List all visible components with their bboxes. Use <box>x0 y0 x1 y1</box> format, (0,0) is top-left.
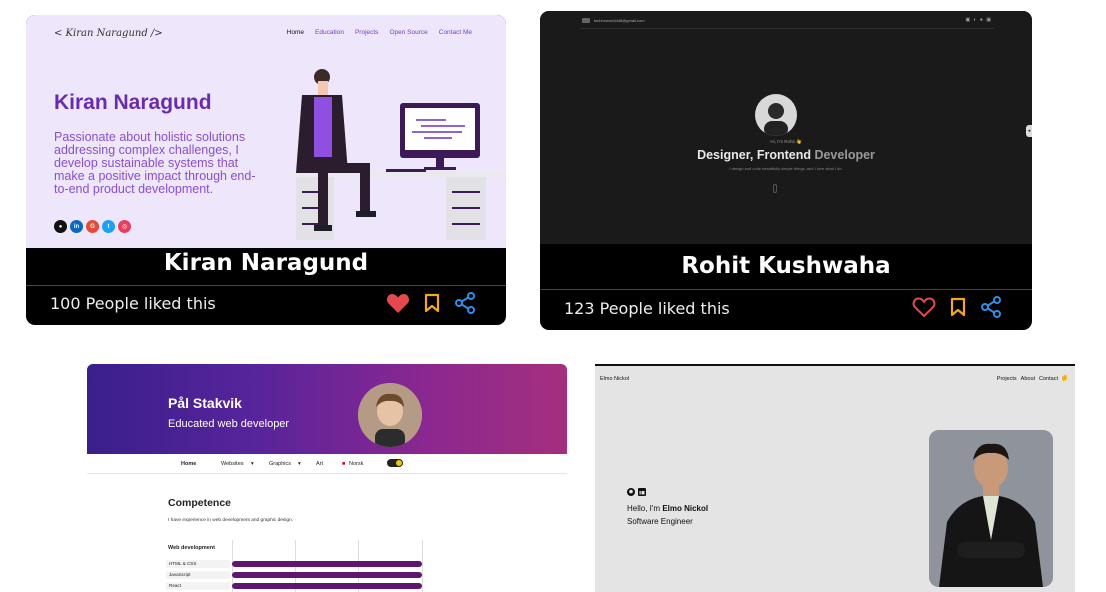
chevron-down-icon: ▾ <box>298 461 301 467</box>
preview-image[interactable]: < Kiran Naragund /> Home Education Proje… <box>26 15 506 248</box>
site-email: technoworld448@gmail.com <box>594 18 645 23</box>
nav-art: Art <box>316 461 324 467</box>
linkedin-icon: in <box>70 220 83 233</box>
heart-icon[interactable] <box>386 292 410 314</box>
developer-illustration <box>286 69 506 240</box>
skill-bar <box>232 572 422 578</box>
person-silhouette-icon <box>764 103 788 136</box>
tagline: I design and code beautifully simple thi… <box>729 166 843 171</box>
social-links: ● in G t ◎ <box>54 220 131 233</box>
portfolio-card-elmo[interactable]: Elmo Nickol Projects About Contact Hello… <box>595 364 1075 592</box>
skill-bar <box>232 583 422 589</box>
skill-label: JavaScript <box>166 571 230 579</box>
section-text: I have experience in web development and… <box>168 518 294 523</box>
twitter-icon: t <box>102 220 115 233</box>
role-heading: Designer, Frontend Developer <box>540 148 1032 162</box>
norway-flag-icon: ■ <box>342 461 346 467</box>
share-icon[interactable] <box>980 296 1002 318</box>
nav-websites: Websites <box>221 461 244 467</box>
hello-name: Elmo Nickol <box>662 504 709 513</box>
nav-projects: Projects <box>996 375 1017 382</box>
role: Software Engineer <box>627 517 693 526</box>
hello-line: Hello, I'm Elmo Nickol <box>627 504 708 513</box>
likes-count: 123 People liked this <box>564 299 730 318</box>
portfolio-card-kiran[interactable]: < Kiran Naragund /> Home Education Proje… <box>26 15 506 325</box>
google-icon: G <box>86 220 99 233</box>
site-logo: < Kiran Naragund /> <box>54 28 163 39</box>
skill-row: React <box>166 582 422 590</box>
nav-education: Education <box>315 29 344 36</box>
site-nav: Home Education Projects Open Source Cont… <box>287 29 472 36</box>
hero-description: Passionate about holistic solutions addr… <box>54 130 256 196</box>
nav-norsk: Norsk <box>349 461 364 467</box>
hero-subtitle: Educated web developer <box>168 418 290 430</box>
nav-contact: Contact <box>1039 375 1058 382</box>
theme-toggle <box>387 459 403 467</box>
section-title: Competence <box>168 497 232 509</box>
hero-banner: Pål Stakvik Educated web developer <box>87 364 567 454</box>
nav-open-source: Open Source <box>389 29 428 36</box>
skill-bar <box>232 561 422 567</box>
site-nav: Projects About Contact <box>997 375 1069 382</box>
site-nav: Home Websites ▾ Graphics ▾ Art ■ Norsk <box>87 454 567 474</box>
instagram-icon: ◎ <box>118 220 131 233</box>
toggle-knob-icon <box>396 460 402 466</box>
portfolio-card-rohit[interactable]: technoworld448@gmail.com ▣ ◐ ● ▣ Hi, I'm… <box>540 11 1032 330</box>
skill-row: HTML & CSS <box>166 560 422 568</box>
preview-image[interactable]: technoworld448@gmail.com ▣ ◐ ● ▣ Hi, I'm… <box>540 11 1032 244</box>
hero-name: Pål Stakvik <box>168 395 242 411</box>
profile-photo <box>358 383 422 447</box>
grid-line <box>422 540 423 592</box>
nav-home: Home <box>181 461 197 467</box>
role-main: Designer, Frontend <box>697 148 811 162</box>
github-icon: ● <box>54 220 67 233</box>
profile-photo <box>929 430 1053 587</box>
mail-icon <box>582 18 590 23</box>
heart-icon[interactable] <box>912 296 936 318</box>
bookmark-icon[interactable] <box>950 297 966 317</box>
chevron-down-icon: ▾ <box>251 461 254 467</box>
moon-icon <box>1062 375 1069 382</box>
scroll-mouse-icon <box>773 184 777 193</box>
side-toggle-icon: ◂ <box>1026 125 1032 137</box>
card-title: Kiran Naragund <box>163 250 369 276</box>
nav-graphics: Graphics <box>269 461 292 467</box>
social-icons: ▣ ◐ ● ▣ <box>965 17 992 23</box>
divider <box>540 289 1032 290</box>
nav-contact: Contact Me <box>438 29 472 36</box>
role-dim: Developer <box>810 148 875 162</box>
nav-about: About <box>1020 375 1036 382</box>
card-title: Rohit Kushwaha <box>681 253 891 279</box>
github-icon <box>627 488 635 496</box>
skill-row: JavaScript <box>166 571 422 579</box>
hero-title: Kiran Naragund <box>54 91 212 114</box>
likes-count: 100 People liked this <box>50 294 216 313</box>
bookmark-icon[interactable] <box>424 293 440 313</box>
hello-prefix: Hello, I'm <box>627 504 663 513</box>
nav-home: Home <box>286 29 305 36</box>
skill-label: React <box>166 582 230 590</box>
person-portrait-icon <box>358 383 422 447</box>
skill-label: HTML & CSS <box>166 560 230 568</box>
group-title: Web development <box>168 545 215 551</box>
nav-projects: Projects <box>354 29 379 36</box>
person-portrait-icon <box>929 430 1053 587</box>
greeting: Hi, I'm Rohit 👋 <box>770 139 802 144</box>
linkedin-icon <box>638 488 646 496</box>
social-links <box>627 488 646 496</box>
site-topbar: technoworld448@gmail.com ▣ ◐ ● ▣ <box>580 17 994 29</box>
site-brand: Elmo Nickol <box>600 376 630 382</box>
avatar <box>755 94 797 136</box>
share-icon[interactable] <box>454 292 476 314</box>
divider <box>26 285 506 286</box>
portfolio-card-pal[interactable]: Pål Stakvik Educated web developer Home … <box>87 364 567 592</box>
